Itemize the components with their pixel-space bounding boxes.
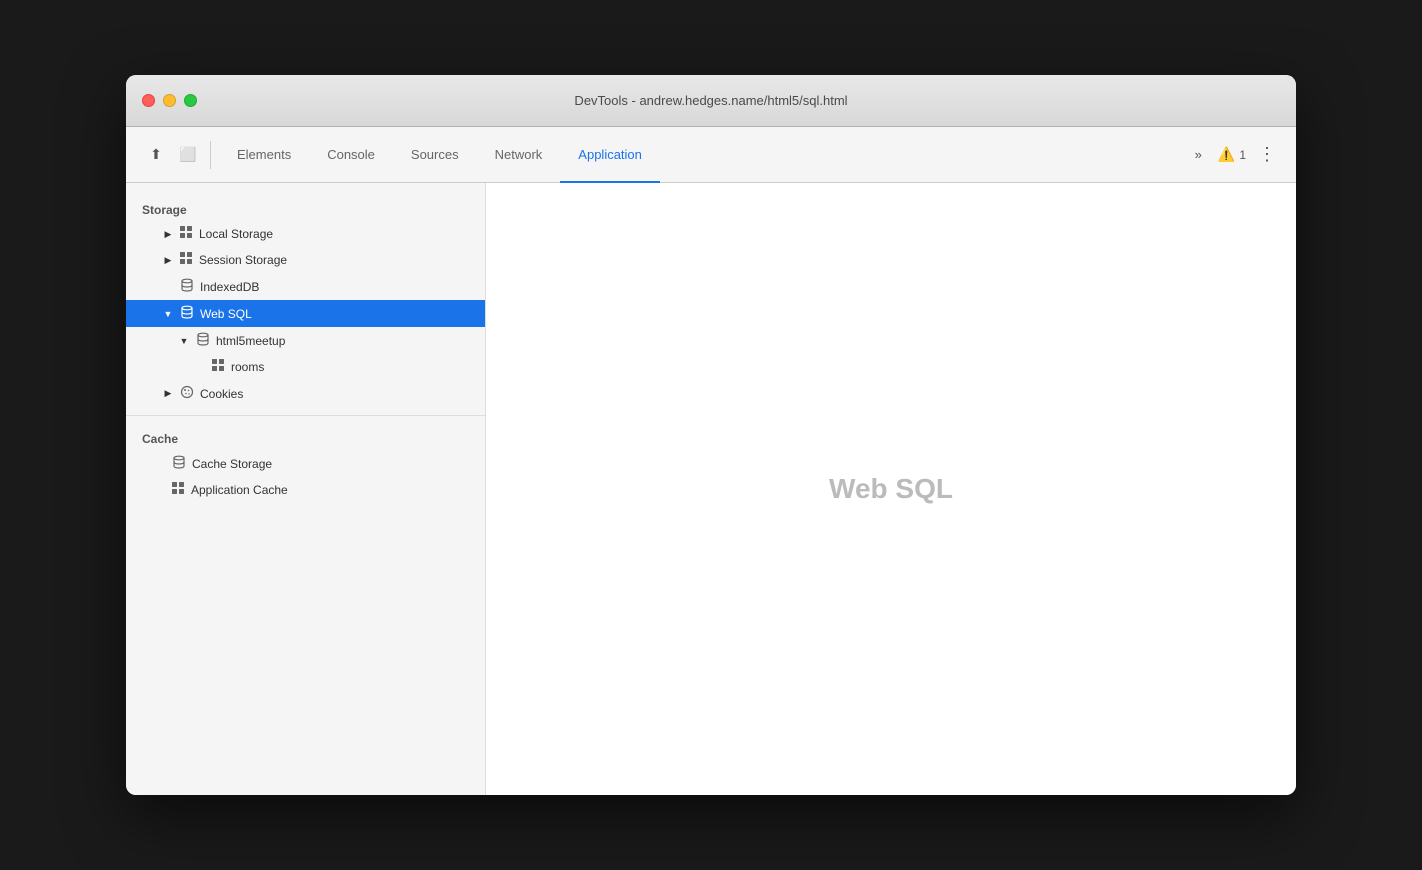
sidebar-item-label: rooms	[231, 360, 264, 374]
database-icon	[180, 278, 194, 295]
main-panel-placeholder: Web SQL	[829, 473, 953, 505]
main-content: Storage ▶ Local Storage ▶ Session Storag…	[126, 183, 1296, 795]
cookie-icon	[180, 385, 194, 402]
tab-network[interactable]: Network	[477, 127, 561, 183]
arrow-icon: ▼	[178, 335, 190, 347]
arrow-icon: ▶	[162, 388, 174, 400]
devtools-window: DevTools - andrew.hedges.name/html5/sql.…	[126, 75, 1296, 795]
traffic-lights	[142, 94, 197, 107]
tab-sources[interactable]: Sources	[393, 127, 477, 183]
sidebar-item-label: Cookies	[200, 387, 243, 401]
tab-application[interactable]: Application	[560, 127, 660, 183]
arrow-icon: ▶	[162, 228, 174, 240]
tab-elements[interactable]: Elements	[219, 127, 309, 183]
database-icon	[172, 455, 186, 472]
sidebar-item-html5meetup[interactable]: ▼ html5meetup	[126, 327, 485, 354]
inspect-icon: ⬜	[179, 146, 196, 163]
inspect-tool-button[interactable]: ⬜	[174, 141, 202, 169]
toolbar-right: » ⚠️ 1 ⋮	[1179, 140, 1288, 169]
database-icon	[196, 332, 210, 349]
window-title: DevTools - andrew.hedges.name/html5/sql.…	[574, 93, 847, 108]
warning-icon: ⚠️	[1218, 146, 1235, 163]
sidebar-item-label: Cache Storage	[192, 457, 272, 471]
grid-icon	[172, 482, 185, 498]
warning-badge[interactable]: ⚠️ 1	[1218, 146, 1246, 163]
sidebar-item-label: Application Cache	[191, 483, 288, 497]
sidebar-item-local-storage[interactable]: ▶ Local Storage	[126, 221, 485, 247]
tab-console[interactable]: Console	[309, 127, 393, 183]
sidebar-item-label: Session Storage	[199, 253, 287, 267]
arrow-spacer	[154, 484, 166, 496]
title-bar: DevTools - andrew.hedges.name/html5/sql.…	[126, 75, 1296, 127]
sidebar-item-application-cache[interactable]: Application Cache	[126, 477, 485, 503]
cache-section-label: Cache	[126, 424, 485, 450]
database-icon	[180, 305, 194, 322]
sidebar-item-web-sql[interactable]: ▼ Web SQL	[126, 300, 485, 327]
more-tabs-button[interactable]: »	[1187, 143, 1210, 166]
cursor-tool-button[interactable]: ⬆	[142, 141, 170, 169]
warning-count: 1	[1239, 148, 1246, 162]
sidebar-item-label: html5meetup	[216, 334, 285, 348]
sidebar-item-session-storage[interactable]: ▶ Session Storage	[126, 247, 485, 273]
arrow-icon: ▼	[162, 308, 174, 320]
arrow-spacer	[154, 458, 166, 470]
arrow-spacer	[194, 361, 206, 373]
toolbar-icons: ⬆ ⬜	[134, 141, 211, 169]
arrow-spacer	[162, 281, 174, 293]
maximize-button[interactable]	[184, 94, 197, 107]
tabs-bar: Elements Console Sources Network Applica…	[219, 127, 1179, 183]
main-panel: Web SQL	[486, 183, 1296, 795]
grid-icon	[180, 252, 193, 268]
grid-icon	[212, 359, 225, 375]
sidebar: Storage ▶ Local Storage ▶ Session Storag…	[126, 183, 486, 795]
minimize-button[interactable]	[163, 94, 176, 107]
sidebar-item-cookies[interactable]: ▶ Cookies	[126, 380, 485, 407]
close-button[interactable]	[142, 94, 155, 107]
sidebar-item-cache-storage[interactable]: Cache Storage	[126, 450, 485, 477]
toolbar: ⬆ ⬜ Elements Console Sources Network App…	[126, 127, 1296, 183]
sidebar-item-label: IndexedDB	[200, 280, 259, 294]
grid-icon	[180, 226, 193, 242]
sidebar-item-indexed-db[interactable]: IndexedDB	[126, 273, 485, 300]
sidebar-item-label: Local Storage	[199, 227, 273, 241]
kebab-menu-button[interactable]: ⋮	[1254, 140, 1280, 169]
storage-section-label: Storage	[126, 195, 485, 221]
sidebar-item-label: Web SQL	[200, 307, 252, 321]
cursor-icon: ⬆	[150, 146, 162, 163]
sidebar-item-rooms[interactable]: rooms	[126, 354, 485, 380]
arrow-icon: ▶	[162, 254, 174, 266]
sidebar-divider	[126, 415, 485, 416]
